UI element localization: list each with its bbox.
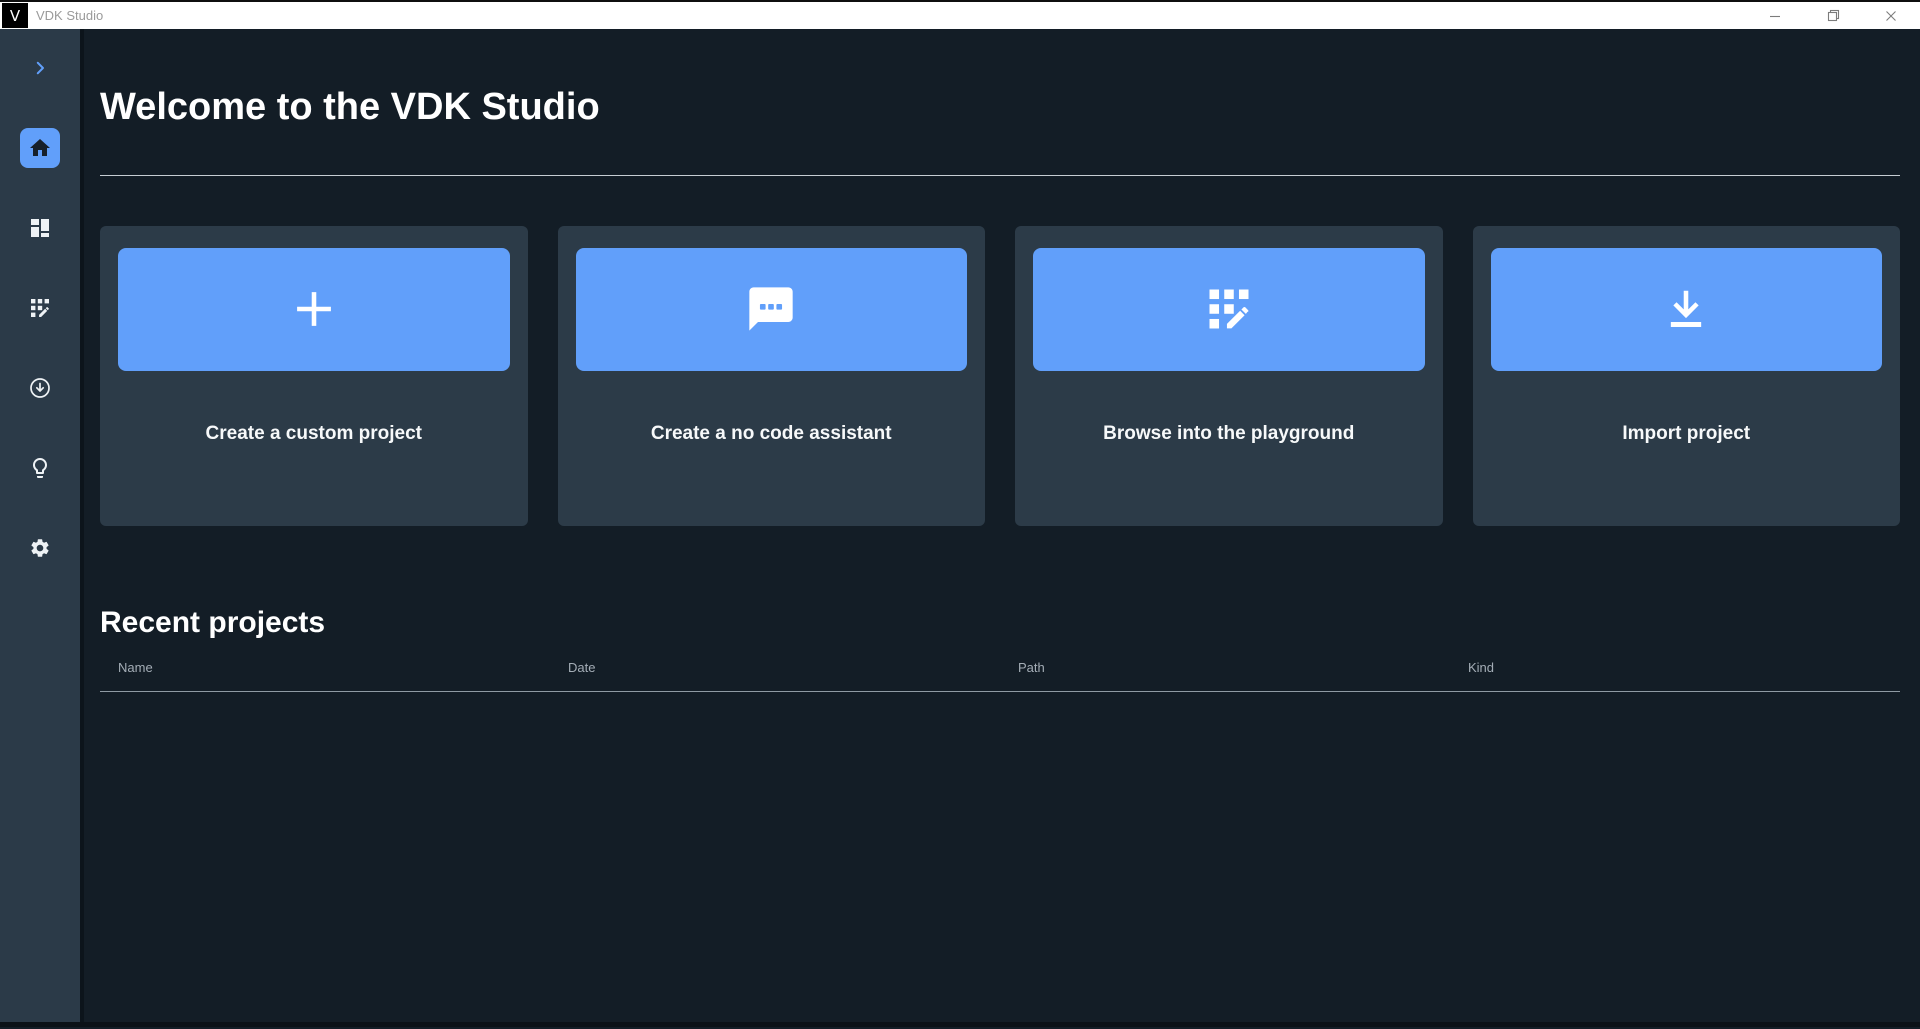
close-button[interactable] bbox=[1862, 2, 1920, 29]
page-title: Welcome to the VDK Studio bbox=[100, 86, 600, 128]
vdk-logo: V bbox=[2, 3, 28, 28]
card-browse-playground[interactable]: Browse into the playground bbox=[1015, 225, 1443, 526]
recent-projects-table-header: Name Date Path Kind bbox=[100, 660, 1900, 692]
home-icon bbox=[30, 139, 50, 156]
active-item-highlight bbox=[20, 128, 60, 168]
title-divider bbox=[100, 174, 1900, 176]
card-label: Import project bbox=[1622, 422, 1751, 444]
dashboard-icon bbox=[31, 219, 49, 237]
download-circle-icon bbox=[30, 378, 50, 398]
lightbulb-icon bbox=[33, 458, 47, 478]
plus-icon bbox=[296, 292, 331, 326]
main-content: Welcome to the VDK Studio Create a custo… bbox=[84, 29, 1920, 1022]
card-label: Create a custom project bbox=[205, 422, 422, 444]
sidebar-item-tips[interactable] bbox=[0, 440, 80, 496]
vdk-logo-letter: V bbox=[9, 6, 21, 25]
titlebar: V VDK Studio bbox=[0, 0, 1920, 29]
card-import-project[interactable]: Import project bbox=[1472, 225, 1900, 526]
sidebar-item-downloads[interactable] bbox=[0, 360, 80, 416]
window-title: VDK Studio bbox=[36, 8, 104, 23]
import-project-button[interactable] bbox=[1490, 247, 1882, 371]
chevron-right-icon bbox=[36, 61, 44, 75]
chat-icon bbox=[749, 287, 793, 331]
app-body: Welcome to the VDK Studio Create a custo… bbox=[0, 29, 1920, 1022]
create-custom-project-button[interactable] bbox=[118, 247, 510, 371]
sidebar-item-playground[interactable] bbox=[0, 280, 80, 336]
card-create-no-code-assistant[interactable]: Create a no code assistant bbox=[557, 225, 985, 526]
column-header-date: Date bbox=[568, 659, 596, 675]
app-registration-icon bbox=[1209, 289, 1249, 329]
download-icon bbox=[1671, 290, 1702, 328]
card-label: Create a no code assistant bbox=[650, 422, 892, 444]
sidebar-item-dashboard[interactable] bbox=[0, 200, 80, 256]
minimize-icon bbox=[1770, 15, 1780, 17]
sidebar-item-settings[interactable] bbox=[0, 520, 80, 576]
gear-icon bbox=[31, 539, 49, 557]
window-controls bbox=[1746, 2, 1920, 29]
close-icon bbox=[1886, 10, 1896, 21]
restore-button[interactable] bbox=[1804, 2, 1862, 29]
card-create-custom-project[interactable]: Create a custom project bbox=[100, 225, 528, 526]
column-header-name: Name bbox=[118, 659, 153, 675]
sidebar-item-home[interactable] bbox=[0, 120, 80, 176]
column-header-path: Path bbox=[1018, 659, 1045, 675]
recent-projects-title: Recent projects bbox=[100, 605, 326, 639]
restore-icon bbox=[1827, 9, 1839, 22]
sidebar-expand-button[interactable] bbox=[0, 40, 80, 96]
column-header-kind: Kind bbox=[1468, 659, 1495, 675]
create-no-code-assistant-button[interactable] bbox=[575, 247, 967, 371]
app-registration-icon bbox=[31, 299, 49, 317]
card-label: Browse into the playground bbox=[1103, 422, 1355, 444]
window-bottom-edge bbox=[0, 1022, 1920, 1027]
minimize-button[interactable] bbox=[1746, 2, 1804, 29]
browse-playground-button[interactable] bbox=[1033, 247, 1425, 371]
action-cards: Create a custom project Create a no code… bbox=[100, 225, 1900, 526]
sidebar bbox=[0, 29, 80, 1022]
